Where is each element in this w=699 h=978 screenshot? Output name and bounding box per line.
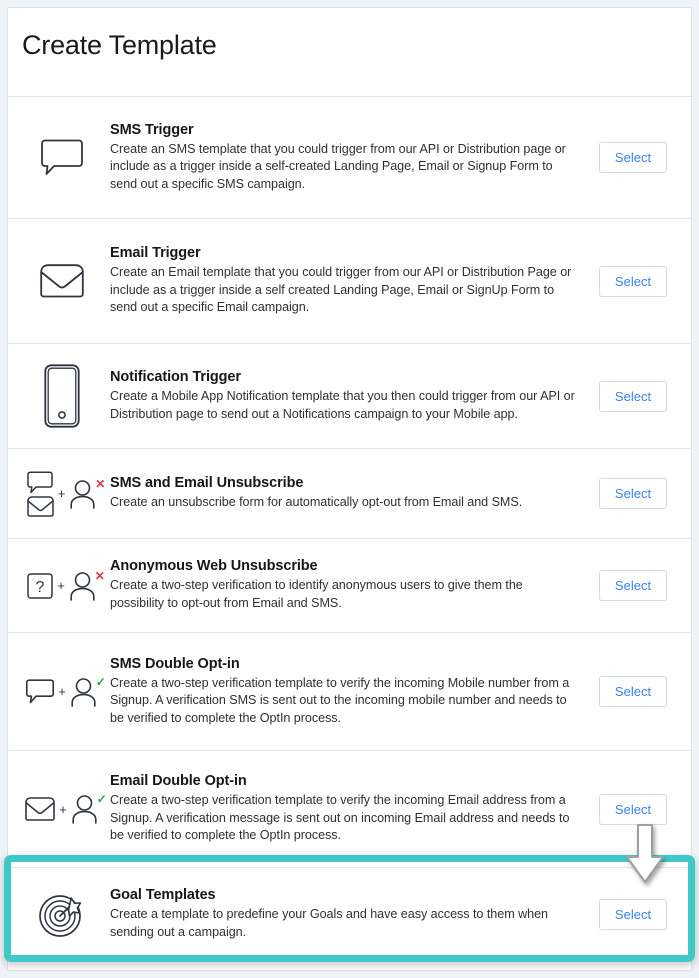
target-dart-icon	[38, 890, 86, 938]
list-item-goal-templates[interactable]: Goal Templates Create a template to pred…	[8, 868, 691, 960]
list-item-anonymous-web-unsubscribe[interactable]: ? + ✕ Anonymous Web Unsubscribe Create a…	[8, 539, 691, 633]
template-icon-slot: + ✕	[8, 470, 110, 517]
list-item-sms-and-email-unsubscribe[interactable]: + ✕ SMS and Email Unsubscribe Create an …	[8, 449, 691, 539]
template-text: Notification Trigger Create a Mobile App…	[110, 369, 587, 423]
template-icon-slot: + ✓	[8, 676, 110, 707]
verified-badge: ✓	[96, 792, 107, 806]
list-item-sms-double-opt-in[interactable]: + ✓ SMS Double Opt-in Create a two-step …	[8, 633, 691, 751]
template-title: Email Double Opt-in	[110, 773, 247, 790]
template-description: Create a two-step verification to identi…	[110, 578, 523, 610]
select-button[interactable]: Select	[598, 570, 668, 601]
template-title: Goal Templates	[110, 886, 216, 903]
select-button[interactable]: Select	[598, 265, 668, 297]
template-icon-slot: ? + ✕	[8, 570, 110, 601]
template-text: Anonymous Web Unsubscribe Create a two-s…	[110, 558, 587, 612]
chat-bubble-icon	[26, 679, 55, 704]
plus-symbol: +	[59, 801, 67, 817]
template-list: SMS Trigger Create an SMS template that …	[8, 97, 691, 960]
template-description: Create an SMS template that you could tr…	[110, 141, 566, 191]
question-plus-user-remove-icon: ? + ✕	[27, 570, 105, 601]
envelope-icon	[26, 495, 54, 517]
template-text: Email Trigger Create an Email template t…	[110, 245, 587, 317]
template-text: Email Double Opt-in Create a two-step ve…	[110, 773, 587, 845]
select-button[interactable]: Select	[598, 380, 668, 412]
template-action: Select	[587, 478, 679, 509]
list-item-sms-trigger[interactable]: SMS Trigger Create an SMS template that …	[8, 97, 691, 219]
template-action: Select	[587, 380, 679, 412]
template-description: Create a Mobile App Notification templat…	[110, 388, 575, 421]
list-item-email-double-opt-in[interactable]: + ✓ Email Double Opt-in Create a two-ste…	[8, 751, 691, 868]
template-text: Goal Templates Create a template to pred…	[110, 887, 587, 941]
user-remove-icon: ✕	[69, 570, 105, 601]
template-icon-slot	[8, 364, 110, 428]
template-description: Create an unsubscribe form for automatic…	[110, 495, 523, 510]
select-button[interactable]: Select	[598, 478, 668, 509]
select-button[interactable]: Select	[598, 793, 668, 825]
envelope-icon	[25, 797, 56, 821]
verified-badge: ✓	[95, 674, 106, 689]
chat-envelope-stack	[26, 470, 54, 517]
remove-badge: ✕	[95, 476, 106, 491]
plus-symbol: +	[57, 578, 65, 593]
template-action: Select	[587, 676, 679, 707]
chat-bubble-icon	[41, 138, 83, 178]
envelope-icon	[40, 264, 84, 298]
question-box-icon: ?	[27, 572, 53, 600]
template-title: SMS Double Opt-in	[110, 655, 240, 672]
template-title: Email Trigger	[110, 245, 201, 262]
template-icon-slot	[8, 264, 110, 298]
template-description: Create a two-step verification template …	[110, 793, 570, 843]
template-title: SMS and Email Unsubscribe	[110, 475, 304, 492]
page-title: Create Template	[22, 30, 217, 60]
create-template-page: Create Template SMS Trigger Create an SM…	[0, 0, 699, 978]
user-verified-icon: ✓	[70, 676, 106, 707]
template-description: Create a template to predefine your Goal…	[110, 906, 548, 939]
template-title: Anonymous Web Unsubscribe	[110, 558, 318, 575]
template-action: Select	[587, 570, 679, 601]
template-icon-slot	[8, 138, 110, 178]
template-action: Select	[587, 898, 679, 930]
list-item-notification-trigger[interactable]: Notification Trigger Create a Mobile App…	[8, 344, 691, 449]
chat-bubble-icon	[27, 470, 53, 494]
template-action: Select	[587, 265, 679, 297]
template-title: SMS Trigger	[110, 121, 194, 138]
template-text: SMS Trigger Create an SMS template that …	[110, 122, 587, 194]
template-icon-slot: + ✓	[8, 793, 110, 824]
plus-symbol: +	[58, 684, 66, 699]
select-button[interactable]: Select	[598, 142, 668, 173]
envelope-plus-user-verified-icon: + ✓	[25, 793, 107, 824]
remove-badge: ✕	[94, 568, 105, 583]
chat-envelope-plus-user-remove-icon: + ✕	[26, 470, 105, 517]
template-action: Select	[587, 142, 679, 173]
card-header: Create Template	[8, 8, 691, 97]
chat-plus-user-verified-icon: + ✓	[26, 676, 106, 707]
plus-symbol: +	[57, 486, 66, 501]
template-icon-slot	[8, 890, 110, 938]
template-text: SMS and Email Unsubscribe Create an unsu…	[110, 475, 587, 512]
template-action: Select	[587, 793, 679, 825]
svg-text:?: ?	[36, 579, 45, 596]
create-template-card: Create Template SMS Trigger Create an SM…	[7, 7, 692, 971]
list-item-email-trigger[interactable]: Email Trigger Create an Email template t…	[8, 219, 691, 344]
user-remove-icon: ✕	[69, 478, 105, 509]
template-title: Notification Trigger	[110, 368, 241, 385]
select-button[interactable]: Select	[598, 898, 668, 930]
template-description: Create an Email template that you could …	[110, 265, 572, 315]
select-button[interactable]: Select	[598, 676, 668, 707]
template-text: SMS Double Opt-in Create a two-step veri…	[110, 656, 587, 728]
mobile-phone-icon	[44, 364, 80, 428]
user-verified-icon: ✓	[71, 793, 107, 824]
template-description: Create a two-step verification template …	[110, 675, 570, 725]
